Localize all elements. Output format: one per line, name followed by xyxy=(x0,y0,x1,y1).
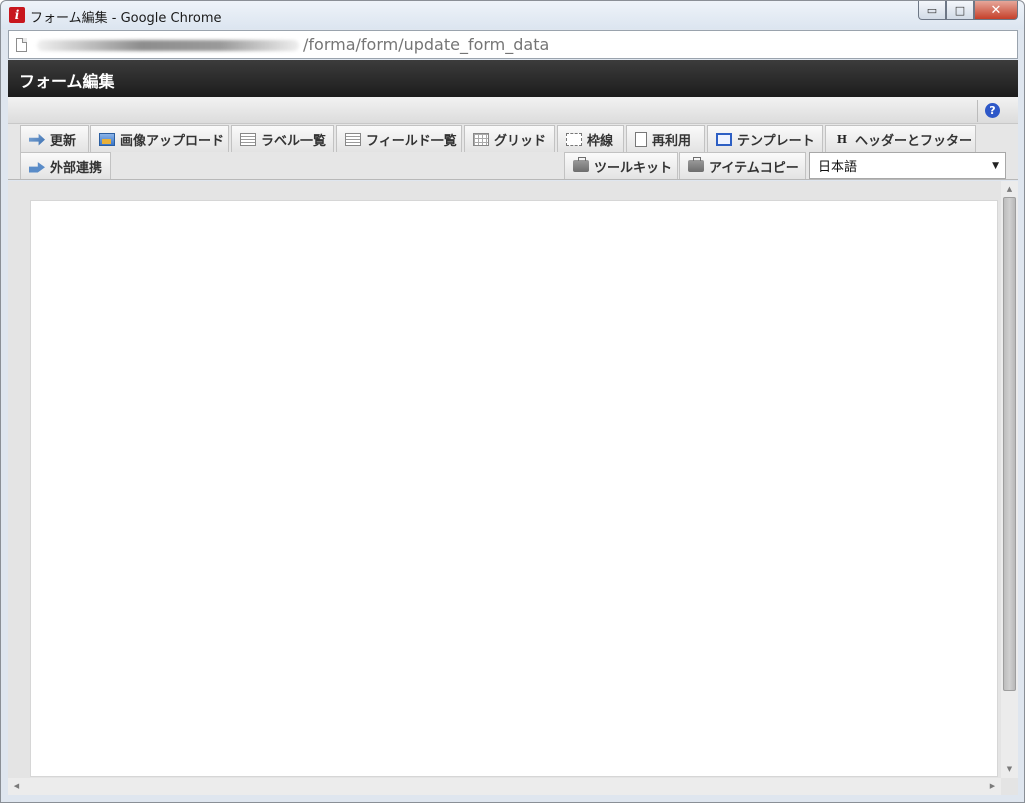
language-select[interactable]: 日本語 ▼ xyxy=(809,152,1006,179)
tab-label: ツールキット xyxy=(594,160,673,176)
app-header: フォーム編集 xyxy=(8,60,1018,97)
tab-label: テンプレート xyxy=(737,133,815,149)
tab-label: フィールド一覧 xyxy=(366,133,457,149)
maximize-button[interactable]: □ xyxy=(946,1,974,20)
tab-label: 更新 xyxy=(50,133,77,149)
document-icon xyxy=(635,131,647,147)
tab-label: 外部連携 xyxy=(50,160,103,176)
item-copy-button[interactable]: アイテムコピー xyxy=(679,152,806,179)
template-button[interactable]: テンプレート xyxy=(707,125,823,152)
update-button[interactable]: 更新 xyxy=(20,125,89,152)
header-icon: H xyxy=(836,132,848,146)
page-icon xyxy=(16,38,27,52)
window-title: フォーム編集 - Google Chrome xyxy=(30,11,222,26)
toolkit-icon xyxy=(573,157,589,172)
address-bar[interactable]: /forma/form/update_form_data xyxy=(8,30,1018,59)
title-bar[interactable]: i フォーム編集 - Google Chrome ▭ □ ✕ xyxy=(1,1,1024,29)
editor-area: ▲ ▼ ◀ ▶ xyxy=(8,181,1018,795)
divider xyxy=(977,100,978,122)
minimize-button[interactable]: ▭ xyxy=(918,1,946,20)
close-button[interactable]: ✕ xyxy=(974,1,1018,20)
window-controls: ▭ □ ✕ xyxy=(918,1,1018,21)
scroll-right-icon[interactable]: ▶ xyxy=(984,778,1001,795)
toolbar: 更新 画像アップロード ラベル一覧 フィールド一覧 グリッド 枠線 再利用 テン… xyxy=(8,124,1018,180)
label-list-button[interactable]: ラベル一覧 xyxy=(231,125,334,152)
reuse-button[interactable]: 再利用 xyxy=(626,125,705,152)
tab-label: グリッド xyxy=(494,133,547,149)
image-upload-button[interactable]: 画像アップロード xyxy=(90,125,229,152)
grid-icon xyxy=(473,132,489,146)
tab-label: 再利用 xyxy=(652,133,692,149)
list-icon xyxy=(345,132,361,146)
border-button[interactable]: 枠線 xyxy=(557,125,624,152)
image-upload-icon xyxy=(99,132,115,146)
language-value: 日本語 xyxy=(818,160,858,175)
help-strip: ? xyxy=(8,97,1018,124)
tab-label: 枠線 xyxy=(587,133,614,149)
browser-window: i フォーム編集 - Google Chrome ▭ □ ✕ /forma/fo… xyxy=(0,0,1025,803)
grid-button[interactable]: グリッド xyxy=(464,125,555,152)
scroll-up-icon[interactable]: ▲ xyxy=(1001,181,1018,198)
chevron-down-icon: ▼ xyxy=(992,161,999,171)
page-title: フォーム編集 xyxy=(19,72,115,91)
tab-label: ヘッダーとフッター xyxy=(855,133,973,149)
external-link-button[interactable]: 外部連携 xyxy=(20,152,111,179)
header-footer-button[interactable]: H ヘッダーとフッター xyxy=(825,125,976,152)
url-path: /forma/form/update_form_data xyxy=(303,35,550,54)
tab-label: 画像アップロード xyxy=(120,133,225,149)
share-icon xyxy=(29,162,45,173)
toolkit-button[interactable]: ツールキット xyxy=(564,152,678,179)
tab-label: ラベル一覧 xyxy=(261,133,327,149)
field-list-button[interactable]: フィールド一覧 xyxy=(336,125,462,152)
toolkit-icon xyxy=(688,157,704,172)
template-icon xyxy=(716,132,732,146)
update-icon xyxy=(29,133,45,146)
list-icon xyxy=(240,132,256,146)
form-canvas[interactable] xyxy=(30,200,998,777)
horizontal-scrollbar[interactable]: ◀ ▶ xyxy=(8,778,1001,795)
scroll-down-icon[interactable]: ▼ xyxy=(1001,761,1018,778)
scroll-left-icon[interactable]: ◀ xyxy=(8,778,25,795)
vertical-scrollbar[interactable]: ▲ ▼ xyxy=(1001,181,1018,778)
blurred-hostname xyxy=(37,40,299,51)
tab-label: アイテムコピー xyxy=(709,160,799,176)
scroll-thumb[interactable] xyxy=(1003,197,1016,691)
app-logo-icon: i xyxy=(9,7,25,23)
help-icon[interactable]: ? xyxy=(985,103,1000,118)
border-icon xyxy=(566,132,582,146)
